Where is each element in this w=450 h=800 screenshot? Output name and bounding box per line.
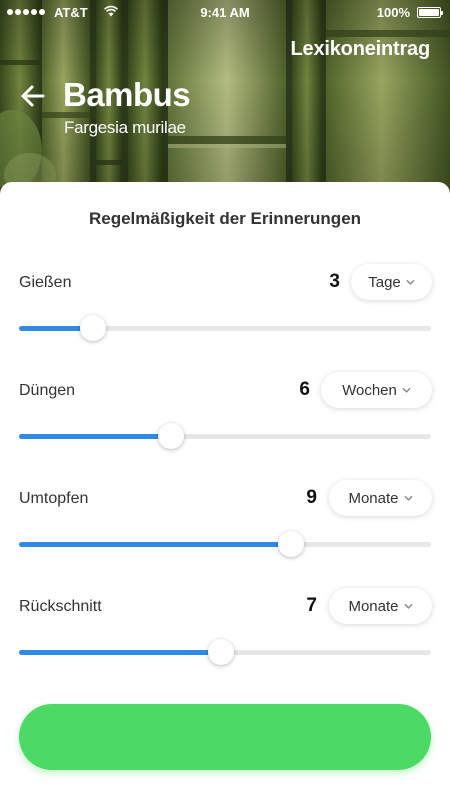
reminder-settings-card: Regelmäßigkeit der Erinnerungen Gießen 3… [0,182,450,800]
battery-percentage: 100% [376,5,410,20]
unit-select[interactable]: Monate [329,480,432,516]
section-title: Regelmäßigkeit der Erinnerungen [88,209,362,228]
reminder-label: Düngen [19,382,76,399]
reminder-label: Gießen [19,274,72,291]
reminder-slider[interactable] [19,639,431,665]
plant-species: Fargesia murilae [64,118,186,137]
reminder-label: Rückschnitt [19,598,102,615]
reminder-value: 7 [306,595,317,616]
unit-select-label: Monate [348,489,399,507]
plant-reminder-screen: AT&T 9:41 AM 100% Lexikoneintrag Bambus … [0,0,450,800]
reminder-row-repotting: Umtopfen 9 Monate [0,480,450,580]
reminder-slider[interactable] [19,423,431,449]
slider-thumb[interactable] [80,315,106,341]
reminder-value: 6 [299,379,310,400]
unit-select[interactable]: Monate [329,588,432,624]
reminder-label: Umtopfen [19,490,89,507]
reminder-slider[interactable] [19,531,431,557]
unit-select-label: Wochen [342,381,397,399]
plant-name: Bambus [63,76,191,113]
reminder-row-watering: Gießen 3 Tage [0,264,450,364]
reminder-row-pruning: Rückschnitt 7 Monate [0,588,450,688]
lexicon-entry-link[interactable]: Lexikoneintrag [291,38,431,61]
back-button[interactable] [18,80,50,112]
unit-select[interactable]: Wochen [321,372,432,408]
save-button[interactable] [19,704,431,770]
unit-select-label: Tage [368,273,401,291]
chevron-down-icon [404,603,412,609]
reminder-slider[interactable] [19,315,431,341]
chevron-down-icon [404,495,412,501]
battery-icon [417,7,443,18]
chevron-down-icon [402,387,411,393]
unit-select[interactable]: Tage [351,264,432,300]
slider-thumb[interactable] [158,423,184,449]
slider-thumb[interactable] [208,639,234,665]
slider-thumb[interactable] [278,531,304,557]
slider-fill [19,434,171,439]
chevron-down-icon [406,279,415,285]
slider-fill [19,542,291,547]
reminder-value: 3 [329,271,340,292]
slider-fill [19,650,221,655]
status-bar: AT&T 9:41 AM 100% [0,0,450,26]
reminder-row-fertilizing: Düngen 6 Wochen [0,372,450,472]
unit-select-label: Monate [348,597,399,615]
reminder-value: 9 [306,487,317,508]
arrow-left-icon [21,85,45,107]
